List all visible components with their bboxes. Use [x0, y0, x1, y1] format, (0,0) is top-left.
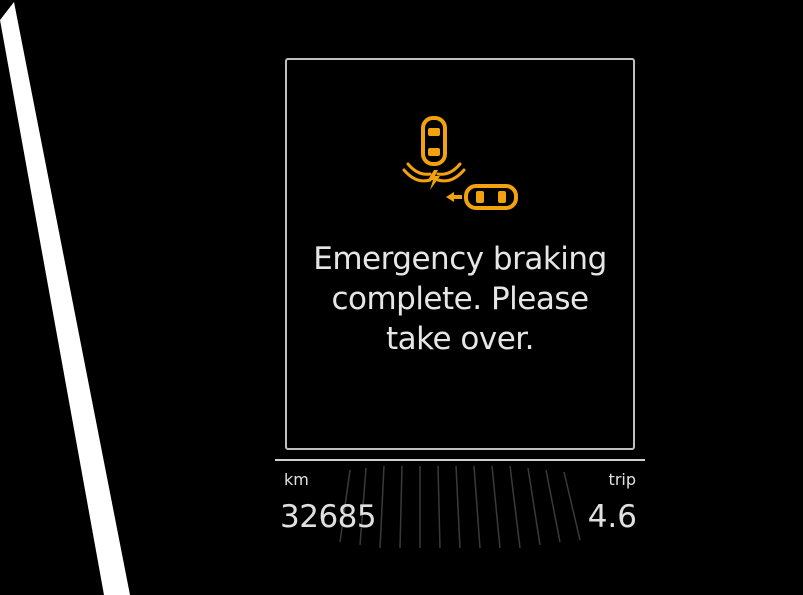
emergency-braking-icon: [402, 116, 518, 210]
trip-value: 4.6: [587, 499, 637, 535]
odometer-value: 32685: [280, 499, 377, 535]
warning-message: Emergency braking complete. Please take …: [287, 239, 633, 359]
message-line: complete. Please: [331, 281, 589, 317]
message-line: Emergency braking: [313, 241, 607, 277]
message-line: take over.: [385, 321, 535, 357]
trip-label: trip: [608, 470, 636, 489]
status-divider: [275, 459, 645, 461]
instrument-cluster: Emergency braking complete. Please take …: [0, 0, 803, 595]
odometer-label: km: [284, 470, 309, 489]
